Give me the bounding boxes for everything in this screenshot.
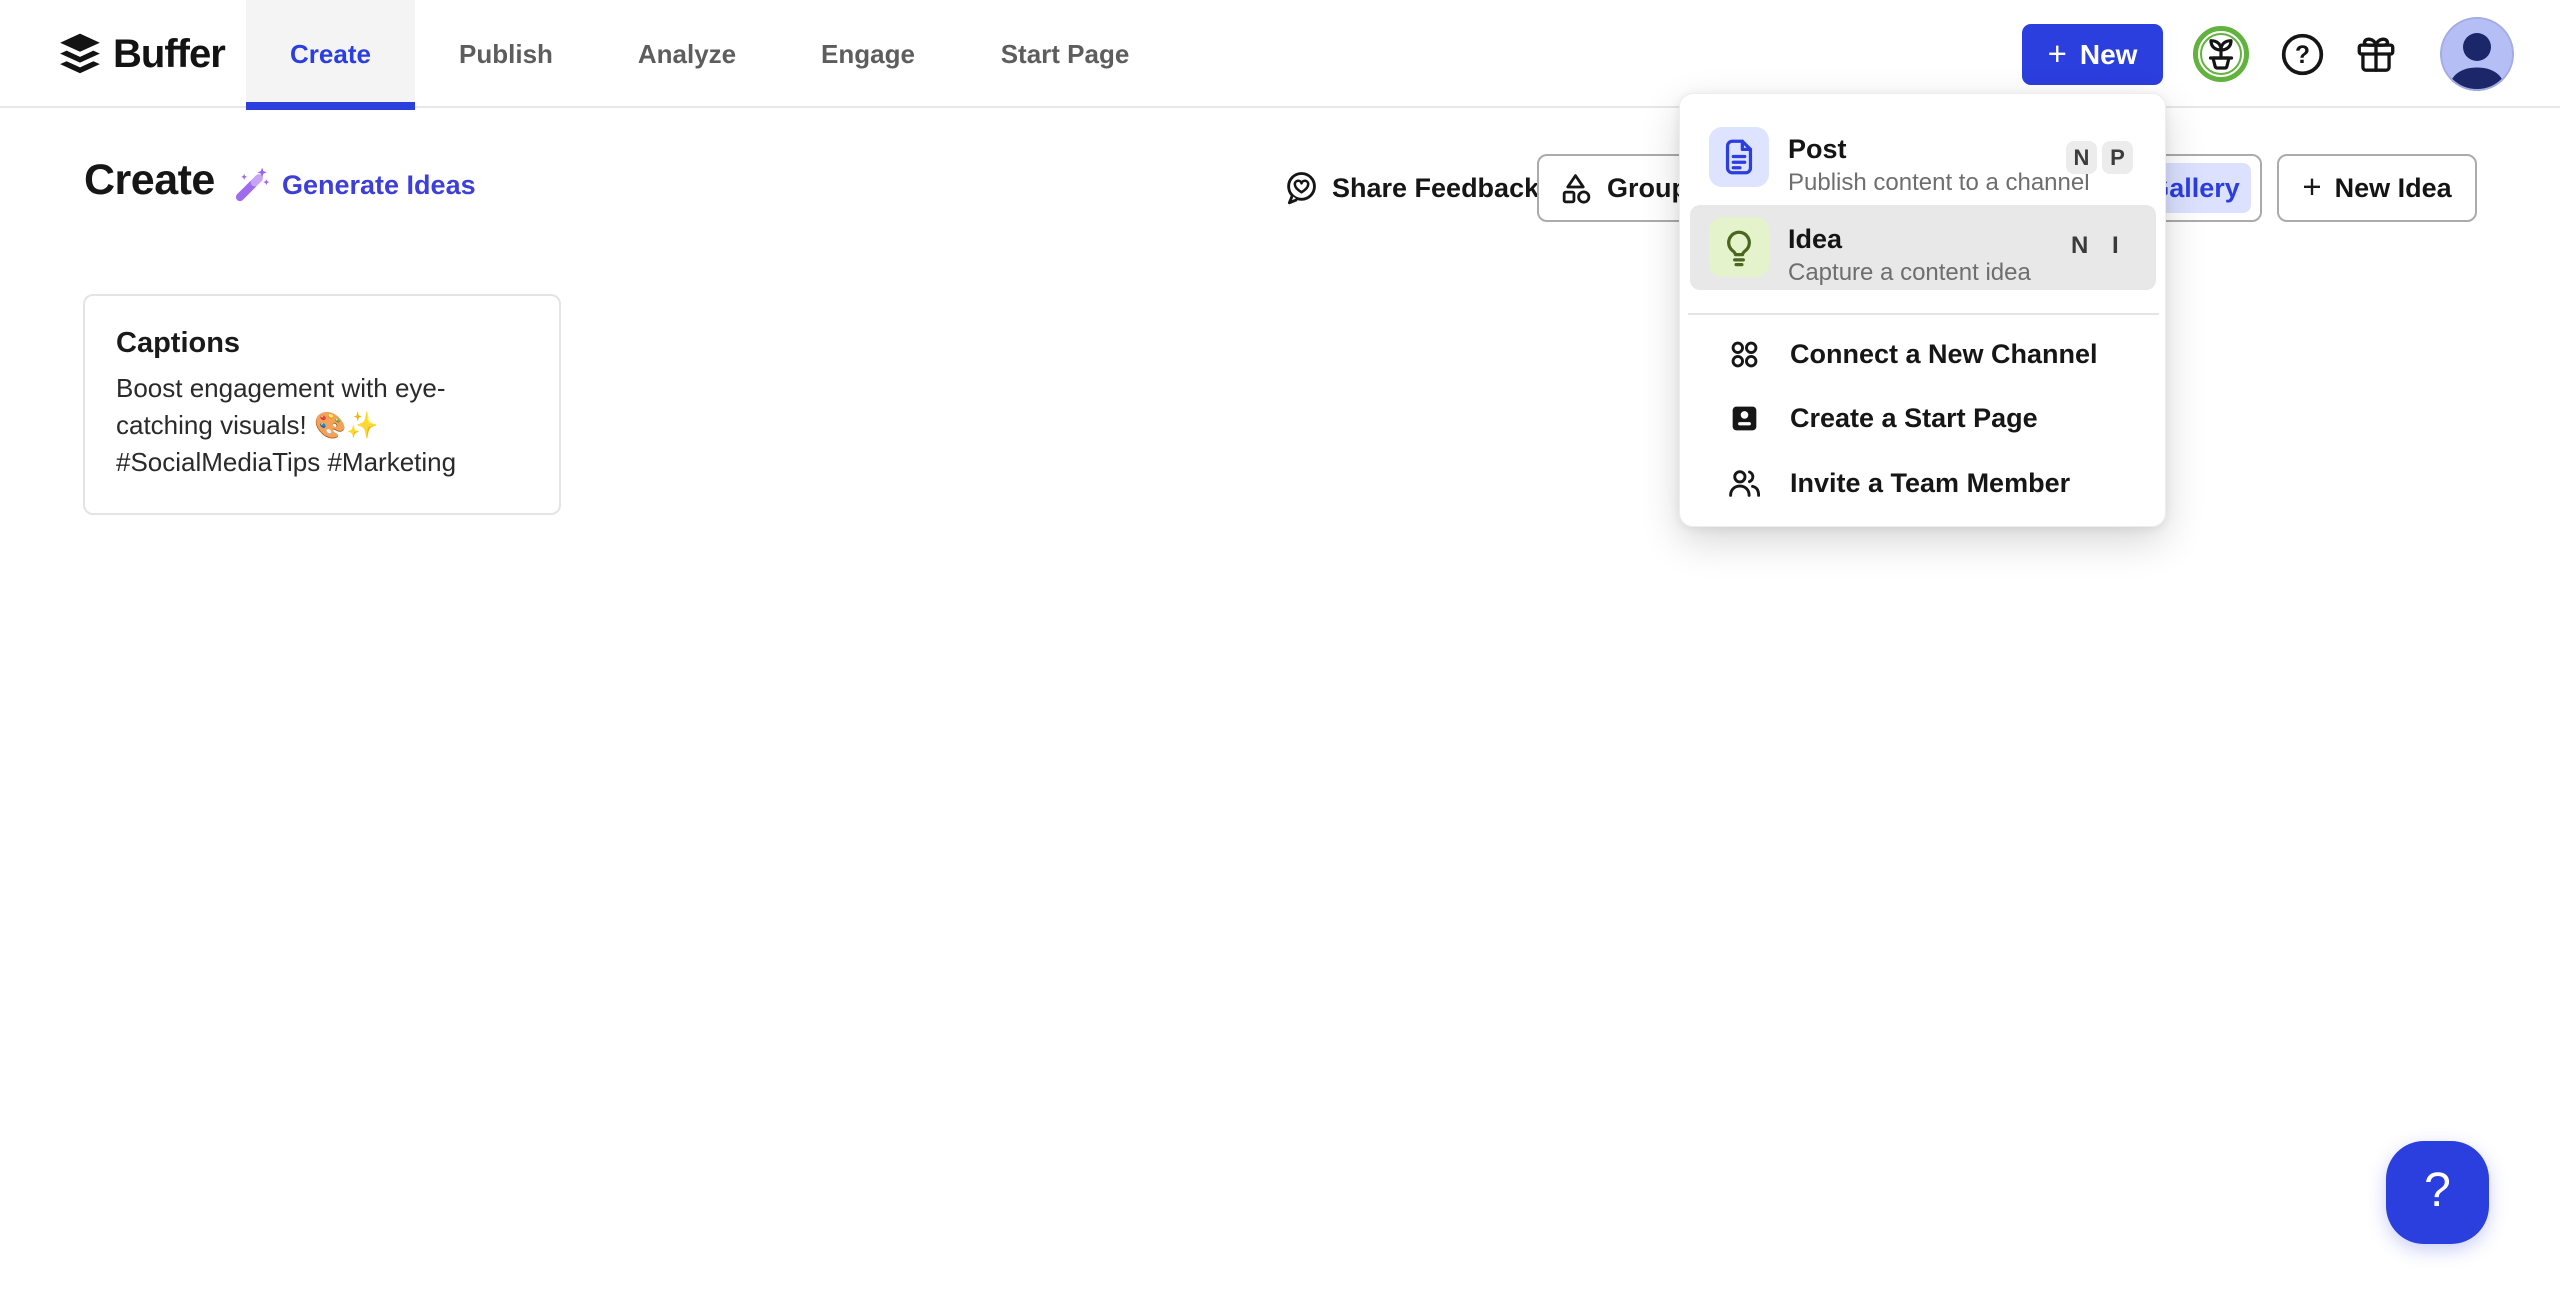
menu-item-connect-channel[interactable]: Connect a New Channel bbox=[1688, 325, 2159, 383]
tab-analyze[interactable]: Analyze bbox=[620, 0, 754, 108]
tab-publish[interactable]: Publish bbox=[440, 0, 572, 108]
menu-idea-title: Idea bbox=[1788, 224, 1843, 254]
idea-card-captions[interactable]: Captions Boost engagement with eye-catch… bbox=[83, 294, 561, 515]
create-start-page-label: Create a Start Page bbox=[1790, 402, 2038, 433]
new-button-label: New bbox=[2079, 38, 2138, 70]
menu-item-create-start-page[interactable]: Create a Start Page bbox=[1688, 389, 2159, 447]
buffer-app: Buffer Create Publish Analyze Engage Sta… bbox=[0, 0, 2560, 1314]
post-document-icon bbox=[1725, 139, 1753, 175]
tab-engage[interactable]: Engage bbox=[804, 0, 932, 108]
top-nav: Buffer Create Publish Analyze Engage Sta… bbox=[0, 0, 2560, 110]
shapes-icon bbox=[1562, 173, 1591, 204]
idea-icon-tile bbox=[1709, 217, 1769, 277]
gift-icon bbox=[2357, 37, 2395, 72]
active-tab-underline bbox=[246, 102, 415, 110]
menu-divider bbox=[1688, 313, 2159, 315]
help-fab-glyph: ? bbox=[2424, 1164, 2451, 1217]
page-title: Create bbox=[84, 156, 215, 204]
avatar-icon bbox=[2440, 17, 2514, 91]
idea-card-body: Boost engagement with eye-catching visua… bbox=[116, 373, 457, 477]
tab-publish-label: Publish bbox=[459, 38, 553, 69]
channels-grid-icon bbox=[1731, 341, 1758, 367]
idea-card-title: Captions bbox=[116, 327, 241, 359]
start-page-card-icon bbox=[1732, 406, 1757, 430]
new-button[interactable]: + New bbox=[2022, 24, 2163, 85]
feedback-heart-bubble-icon bbox=[1287, 172, 1316, 205]
team-members-icon bbox=[1729, 469, 1761, 497]
menu-item-invite-team-member[interactable]: Invite a Team Member bbox=[1688, 454, 2159, 512]
shortcut-key-n: N bbox=[2071, 232, 2089, 259]
buffer-logo[interactable]: Buffer bbox=[57, 0, 226, 108]
help-button[interactable]: ? bbox=[2280, 32, 2325, 77]
shortcut-key-i: I bbox=[2112, 232, 2119, 259]
tab-engage-label: Engage bbox=[821, 38, 915, 69]
tab-start-page-label: Start Page bbox=[1000, 38, 1130, 69]
post-icon-tile bbox=[1709, 127, 1769, 187]
new-idea-label: New Idea bbox=[2334, 172, 2452, 203]
connect-channel-label: Connect a New Channel bbox=[1790, 338, 2098, 369]
share-feedback-label: Share Feedback bbox=[1332, 172, 1540, 203]
buffer-wordmark: Buffer bbox=[113, 31, 226, 76]
new-idea-button[interactable]: + New Idea bbox=[2277, 154, 2477, 222]
new-dropdown-menu: Post Publish content to a channel N P Id… bbox=[1679, 93, 2166, 527]
shortcut-key-p: P bbox=[2102, 141, 2133, 174]
tab-create-label: Create bbox=[290, 38, 371, 69]
plus-icon: + bbox=[2302, 168, 2322, 205]
growth-plant-button[interactable] bbox=[2192, 25, 2250, 83]
idea-lightbulb-icon bbox=[1727, 230, 1751, 267]
tab-analyze-label: Analyze bbox=[637, 38, 737, 69]
shortcut-key-n: N bbox=[2066, 141, 2097, 174]
share-feedback-button[interactable]: Share Feedback bbox=[1283, 168, 1539, 208]
avatar[interactable] bbox=[2440, 17, 2514, 91]
menu-idea-subtitle: Capture a content idea bbox=[1788, 259, 2031, 286]
plant-icon bbox=[2193, 26, 2249, 82]
tab-create[interactable]: Create bbox=[246, 0, 415, 110]
generate-ideas-button[interactable]: Generate Ideas bbox=[232, 163, 476, 207]
help-circle-icon: ? bbox=[2281, 33, 2324, 76]
buffer-logo-icon bbox=[60, 33, 100, 74]
tab-start-page[interactable]: Start Page bbox=[978, 0, 1152, 108]
magic-wand-icon bbox=[235, 167, 270, 202]
help-glyph: ? bbox=[2295, 42, 2310, 69]
plus-icon: + bbox=[2047, 34, 2067, 72]
menu-post-title: Post bbox=[1788, 134, 1847, 164]
generate-ideas-label: Generate Ideas bbox=[282, 169, 476, 200]
invite-team-member-label: Invite a Team Member bbox=[1790, 467, 2071, 498]
help-fab[interactable]: ? bbox=[2386, 1141, 2489, 1244]
menu-post-subtitle: Publish content to a channel bbox=[1788, 169, 2090, 196]
gift-button[interactable] bbox=[2353, 31, 2399, 77]
